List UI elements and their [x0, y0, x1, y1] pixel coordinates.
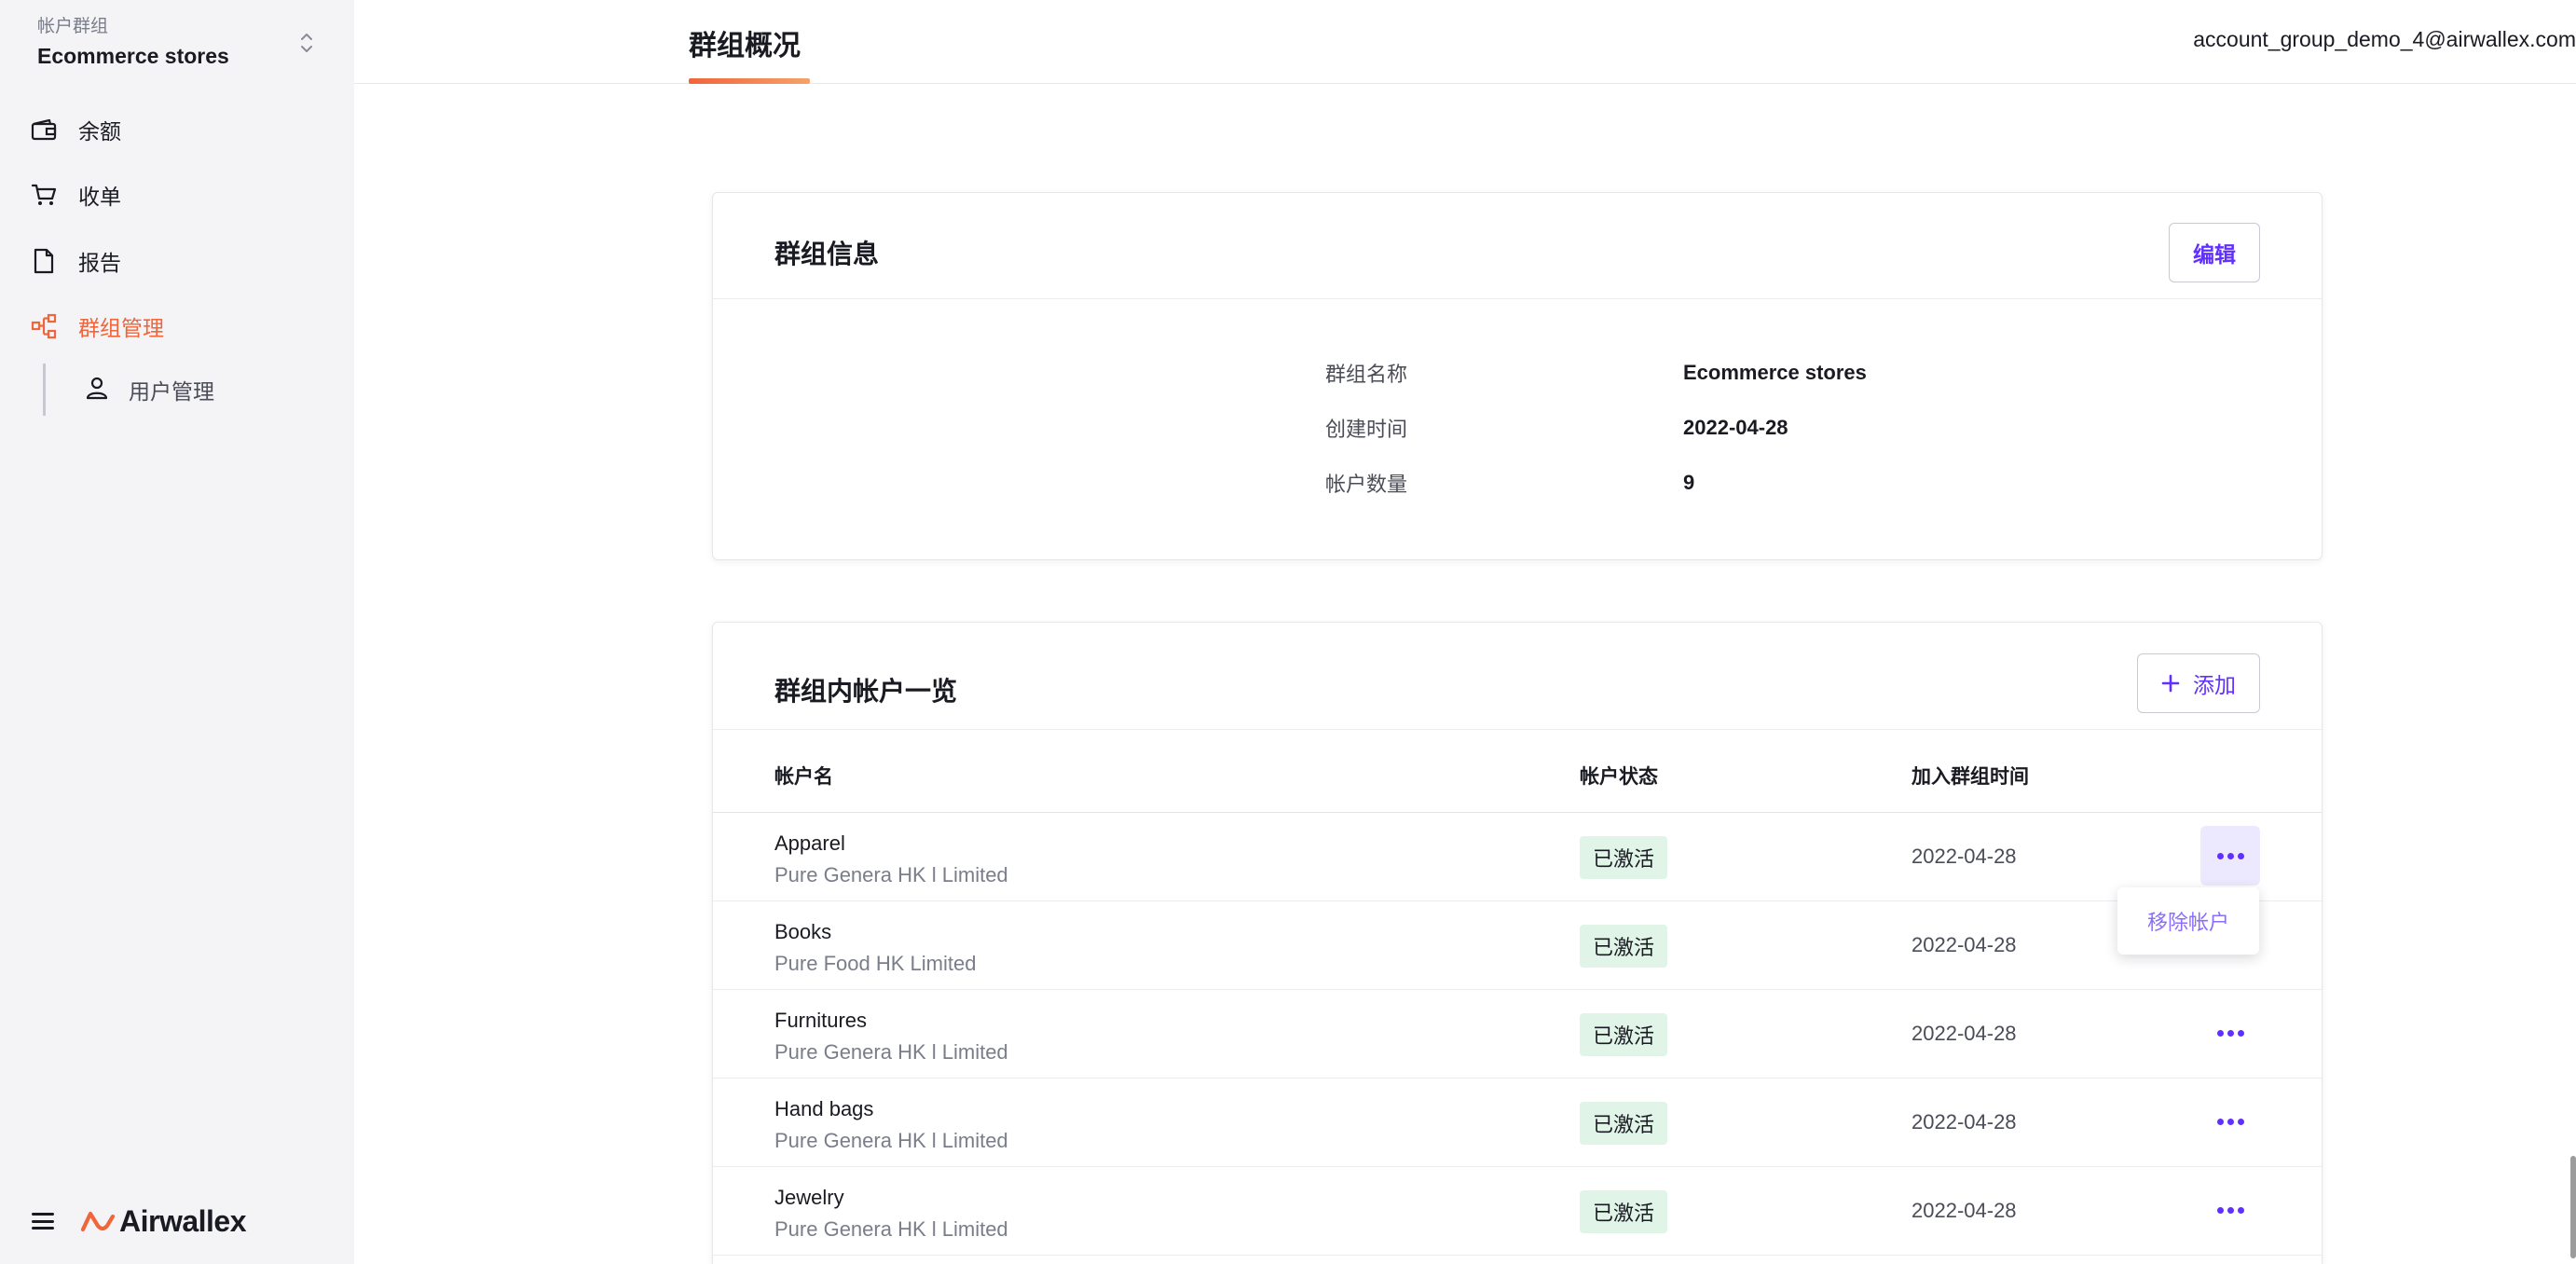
status-badge: 已激活 — [1580, 836, 1668, 879]
card-title: 群组信息 — [774, 240, 880, 268]
info-row-group-name: 群组名称 Ecommerce stores — [713, 359, 2322, 387]
table-row[interactable]: Apparel Pure Genera HK l Limited 已激活 202… — [713, 813, 2322, 901]
sidebar-item-label: 余额 — [78, 119, 121, 144]
more-horizontal-icon — [2216, 852, 2244, 859]
table-row[interactable]: Books Pure Food HK Limited 已激活 2022-04-2… — [713, 901, 2322, 990]
status-badge: 已激活 — [1580, 1102, 1668, 1145]
column-header[interactable]: 帐户名 — [774, 762, 833, 790]
more-options-button[interactable] — [2200, 826, 2260, 886]
more-options-button[interactable] — [2200, 1180, 2260, 1240]
accounts-card: 群组内帐户一览 添加 帐户名 帐户状态 加入群组时间 Apparel Pure … — [712, 622, 2323, 1264]
more-options-button[interactable] — [2200, 1092, 2260, 1151]
info-value: 2022-04-28 — [1683, 416, 1788, 439]
info-value: 9 — [1683, 471, 1695, 494]
add-label: 添加 — [2193, 673, 2236, 697]
account-name: Furnitures — [774, 1009, 868, 1032]
sidebar-item-acquiring[interactable]: 收单 — [30, 174, 328, 215]
user-icon — [84, 375, 110, 405]
sidebar-item-label: 收单 — [78, 185, 121, 209]
account-group-label: 帐户群组 — [37, 17, 109, 36]
subnav-indicator — [43, 364, 46, 416]
remove-account-menu-item[interactable]: 移除帐户 — [2147, 906, 2229, 936]
sidebar-item-balance[interactable]: 余额 — [30, 109, 328, 150]
joined-date: 2022-04-28 — [1911, 1199, 2017, 1222]
row-actions-menu: 移除帐户 — [2117, 887, 2259, 955]
info-key: 创建时间 — [1325, 418, 1408, 441]
info-row-account-count: 帐户数量 9 — [713, 469, 2322, 497]
plus-icon — [2161, 674, 2180, 693]
menu-icon[interactable] — [32, 1210, 54, 1232]
account-entity: Pure Genera HK l Limited — [774, 863, 1008, 886]
account-entity: Pure Genera HK l Limited — [774, 1217, 1008, 1241]
account-name: Apparel — [774, 831, 845, 855]
joined-date: 2022-04-28 — [1911, 1022, 2017, 1045]
sidebar-item-label: 群组管理 — [78, 316, 164, 340]
account-entity: Pure Genera HK l Limited — [774, 1040, 1008, 1064]
card-title: 群组内帐户一览 — [774, 677, 958, 706]
add-account-button[interactable]: 添加 — [2137, 653, 2260, 713]
more-options-button[interactable] — [2200, 1003, 2260, 1063]
active-tab-indicator — [689, 78, 810, 84]
more-horizontal-icon — [2216, 1118, 2244, 1125]
status-badge: 已激活 — [1580, 1190, 1668, 1233]
info-row-created-time: 创建时间 2022-04-28 — [713, 414, 2322, 442]
edit-button[interactable]: 编辑 — [2169, 223, 2260, 282]
more-horizontal-icon — [2216, 1206, 2244, 1214]
airwallex-logo: Airwallex — [80, 1203, 247, 1239]
document-icon — [30, 247, 58, 275]
chevron-up-down-icon — [301, 34, 312, 52]
user-email[interactable]: account_group_demo_4@airwallex.com — [2193, 27, 2576, 52]
column-header[interactable]: 帐户状态 — [1580, 762, 1658, 790]
account-group-name: Ecommerce stores — [37, 44, 229, 68]
page-title[interactable]: 群组概况 — [689, 22, 801, 63]
status-badge: 已激活 — [1580, 925, 1668, 968]
account-entity: Pure Genera HK l Limited — [774, 1129, 1008, 1152]
card-header: 群组内帐户一览 添加 — [713, 623, 2322, 729]
wallet-icon — [30, 116, 58, 144]
table-row[interactable]: Furnitures Pure Genera HK l Limited 已激活 … — [713, 990, 2322, 1079]
joined-date: 2022-04-28 — [1911, 845, 2017, 868]
info-key: 群组名称 — [1325, 363, 1408, 386]
card-header: 群组信息 编辑 — [713, 193, 2322, 299]
joined-date: 2022-04-28 — [1911, 1110, 2017, 1133]
sidebar-item-group-management[interactable]: 群组管理 — [30, 306, 328, 347]
table-header: 帐户名 帐户状态 加入群组时间 — [713, 729, 2322, 813]
table-row[interactable]: Hand bags Pure Genera HK l Limited 已激活 2… — [713, 1079, 2322, 1167]
sidebar-item-label: 用户管理 — [129, 379, 214, 404]
brand-name: Airwallex — [119, 1203, 247, 1238]
account-group-switcher[interactable]: 帐户群组 Ecommerce stores — [37, 17, 317, 69]
cart-icon — [30, 181, 58, 209]
sidebar-footer: Airwallex — [32, 1202, 247, 1240]
account-entity: Pure Food HK Limited — [774, 952, 977, 975]
sidebar-item-label: 报告 — [78, 251, 121, 275]
sidebar-item-user-management[interactable]: 用户管理 — [84, 369, 214, 410]
column-header[interactable]: 加入群组时间 — [1911, 762, 2029, 790]
joined-date: 2022-04-28 — [1911, 933, 2017, 956]
more-horizontal-icon — [2216, 1029, 2244, 1037]
table-row[interactable]: Jewelry Pure Genera HK l Limited 已激活 202… — [713, 1167, 2322, 1256]
status-badge: 已激活 — [1580, 1013, 1668, 1056]
airwallex-mark-icon — [80, 1211, 116, 1232]
sidebar-item-reports[interactable]: 报告 — [30, 240, 328, 282]
org-hierarchy-icon — [30, 312, 58, 340]
info-value: Ecommerce stores — [1683, 361, 1867, 384]
scrollbar[interactable] — [2570, 1156, 2576, 1258]
account-name: Books — [774, 920, 832, 943]
info-key: 帐户数量 — [1325, 473, 1408, 496]
top-header: 群组概况 account_group_demo_4@airwallex.com — [354, 0, 2576, 84]
account-name: Hand bags — [774, 1097, 874, 1120]
group-info-card: 群组信息 编辑 群组名称 Ecommerce stores 创建时间 2022-… — [712, 192, 2323, 560]
sidebar: 帐户群组 Ecommerce stores 余额 收单 报告 群组管理 用户管理… — [0, 0, 354, 1264]
account-name: Jewelry — [774, 1186, 844, 1209]
